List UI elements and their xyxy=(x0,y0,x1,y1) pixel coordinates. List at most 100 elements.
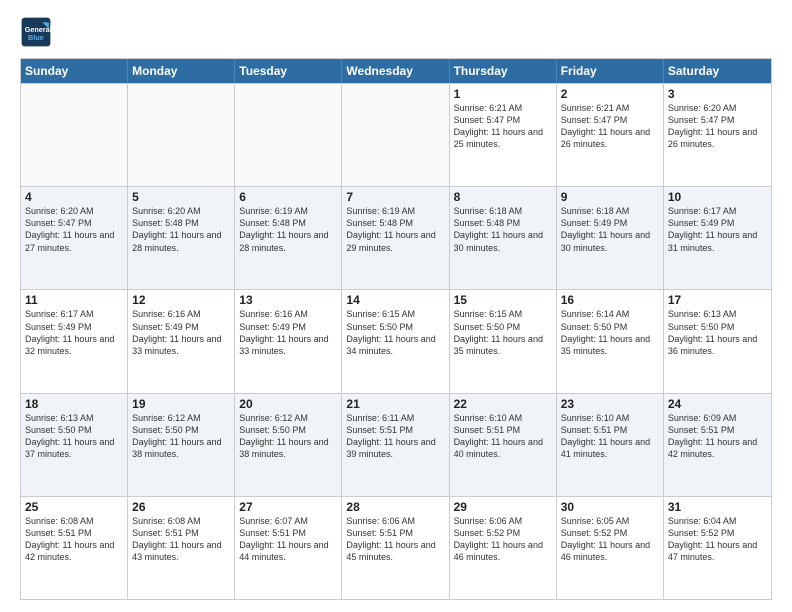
calendar-cell: 24Sunrise: 6:09 AM Sunset: 5:51 PM Dayli… xyxy=(664,394,771,496)
calendar-cell: 8Sunrise: 6:18 AM Sunset: 5:48 PM Daylig… xyxy=(450,187,557,289)
cell-info: Sunrise: 6:11 AM Sunset: 5:51 PM Dayligh… xyxy=(346,412,444,461)
calendar-cell: 6Sunrise: 6:19 AM Sunset: 5:48 PM Daylig… xyxy=(235,187,342,289)
day-number: 29 xyxy=(454,500,552,514)
cell-info: Sunrise: 6:06 AM Sunset: 5:51 PM Dayligh… xyxy=(346,515,444,564)
day-number: 12 xyxy=(132,293,230,307)
cell-info: Sunrise: 6:06 AM Sunset: 5:52 PM Dayligh… xyxy=(454,515,552,564)
day-number: 30 xyxy=(561,500,659,514)
calendar-cell: 23Sunrise: 6:10 AM Sunset: 5:51 PM Dayli… xyxy=(557,394,664,496)
calendar-cell: 17Sunrise: 6:13 AM Sunset: 5:50 PM Dayli… xyxy=(664,290,771,392)
calendar-cell: 1Sunrise: 6:21 AM Sunset: 5:47 PM Daylig… xyxy=(450,84,557,186)
calendar-cell: 19Sunrise: 6:12 AM Sunset: 5:50 PM Dayli… xyxy=(128,394,235,496)
calendar-body: 1Sunrise: 6:21 AM Sunset: 5:47 PM Daylig… xyxy=(21,83,771,599)
calendar-cell: 5Sunrise: 6:20 AM Sunset: 5:48 PM Daylig… xyxy=(128,187,235,289)
calendar-header-cell: Thursday xyxy=(450,59,557,83)
cell-info: Sunrise: 6:17 AM Sunset: 5:49 PM Dayligh… xyxy=(25,308,123,357)
day-number: 14 xyxy=(346,293,444,307)
day-number: 2 xyxy=(561,87,659,101)
cell-info: Sunrise: 6:15 AM Sunset: 5:50 PM Dayligh… xyxy=(346,308,444,357)
calendar-cell: 11Sunrise: 6:17 AM Sunset: 5:49 PM Dayli… xyxy=(21,290,128,392)
cell-info: Sunrise: 6:20 AM Sunset: 5:48 PM Dayligh… xyxy=(132,205,230,254)
day-number: 3 xyxy=(668,87,767,101)
calendar-cell: 14Sunrise: 6:15 AM Sunset: 5:50 PM Dayli… xyxy=(342,290,449,392)
cell-info: Sunrise: 6:13 AM Sunset: 5:50 PM Dayligh… xyxy=(668,308,767,357)
day-number: 25 xyxy=(25,500,123,514)
cell-info: Sunrise: 6:08 AM Sunset: 5:51 PM Dayligh… xyxy=(25,515,123,564)
calendar-cell-empty xyxy=(235,84,342,186)
day-number: 21 xyxy=(346,397,444,411)
calendar-week: 1Sunrise: 6:21 AM Sunset: 5:47 PM Daylig… xyxy=(21,83,771,186)
day-number: 6 xyxy=(239,190,337,204)
calendar-cell: 18Sunrise: 6:13 AM Sunset: 5:50 PM Dayli… xyxy=(21,394,128,496)
calendar-cell: 30Sunrise: 6:05 AM Sunset: 5:52 PM Dayli… xyxy=(557,497,664,599)
calendar-cell: 27Sunrise: 6:07 AM Sunset: 5:51 PM Dayli… xyxy=(235,497,342,599)
day-number: 18 xyxy=(25,397,123,411)
calendar-cell: 10Sunrise: 6:17 AM Sunset: 5:49 PM Dayli… xyxy=(664,187,771,289)
cell-info: Sunrise: 6:19 AM Sunset: 5:48 PM Dayligh… xyxy=(346,205,444,254)
cell-info: Sunrise: 6:19 AM Sunset: 5:48 PM Dayligh… xyxy=(239,205,337,254)
calendar-week: 25Sunrise: 6:08 AM Sunset: 5:51 PM Dayli… xyxy=(21,496,771,599)
day-number: 28 xyxy=(346,500,444,514)
cell-info: Sunrise: 6:08 AM Sunset: 5:51 PM Dayligh… xyxy=(132,515,230,564)
calendar-header-cell: Tuesday xyxy=(235,59,342,83)
calendar-cell-empty xyxy=(342,84,449,186)
calendar-header-cell: Sunday xyxy=(21,59,128,83)
day-number: 15 xyxy=(454,293,552,307)
cell-info: Sunrise: 6:12 AM Sunset: 5:50 PM Dayligh… xyxy=(132,412,230,461)
header: General Blue xyxy=(20,16,772,48)
calendar-cell: 2Sunrise: 6:21 AM Sunset: 5:47 PM Daylig… xyxy=(557,84,664,186)
calendar-cell: 29Sunrise: 6:06 AM Sunset: 5:52 PM Dayli… xyxy=(450,497,557,599)
calendar: SundayMondayTuesdayWednesdayThursdayFrid… xyxy=(20,58,772,600)
calendar-cell: 21Sunrise: 6:11 AM Sunset: 5:51 PM Dayli… xyxy=(342,394,449,496)
day-number: 8 xyxy=(454,190,552,204)
cell-info: Sunrise: 6:20 AM Sunset: 5:47 PM Dayligh… xyxy=(668,102,767,151)
calendar-week: 11Sunrise: 6:17 AM Sunset: 5:49 PM Dayli… xyxy=(21,289,771,392)
cell-info: Sunrise: 6:05 AM Sunset: 5:52 PM Dayligh… xyxy=(561,515,659,564)
cell-info: Sunrise: 6:10 AM Sunset: 5:51 PM Dayligh… xyxy=(561,412,659,461)
logo-icon: General Blue xyxy=(20,16,52,48)
calendar-cell: 7Sunrise: 6:19 AM Sunset: 5:48 PM Daylig… xyxy=(342,187,449,289)
day-number: 20 xyxy=(239,397,337,411)
cell-info: Sunrise: 6:16 AM Sunset: 5:49 PM Dayligh… xyxy=(239,308,337,357)
calendar-cell: 25Sunrise: 6:08 AM Sunset: 5:51 PM Dayli… xyxy=(21,497,128,599)
day-number: 23 xyxy=(561,397,659,411)
calendar-cell: 20Sunrise: 6:12 AM Sunset: 5:50 PM Dayli… xyxy=(235,394,342,496)
cell-info: Sunrise: 6:21 AM Sunset: 5:47 PM Dayligh… xyxy=(454,102,552,151)
cell-info: Sunrise: 6:09 AM Sunset: 5:51 PM Dayligh… xyxy=(668,412,767,461)
cell-info: Sunrise: 6:18 AM Sunset: 5:48 PM Dayligh… xyxy=(454,205,552,254)
calendar-week: 18Sunrise: 6:13 AM Sunset: 5:50 PM Dayli… xyxy=(21,393,771,496)
cell-info: Sunrise: 6:07 AM Sunset: 5:51 PM Dayligh… xyxy=(239,515,337,564)
calendar-cell: 15Sunrise: 6:15 AM Sunset: 5:50 PM Dayli… xyxy=(450,290,557,392)
svg-text:Blue: Blue xyxy=(28,33,44,42)
cell-info: Sunrise: 6:12 AM Sunset: 5:50 PM Dayligh… xyxy=(239,412,337,461)
day-number: 24 xyxy=(668,397,767,411)
calendar-cell: 26Sunrise: 6:08 AM Sunset: 5:51 PM Dayli… xyxy=(128,497,235,599)
calendar-cell: 3Sunrise: 6:20 AM Sunset: 5:47 PM Daylig… xyxy=(664,84,771,186)
day-number: 31 xyxy=(668,500,767,514)
day-number: 9 xyxy=(561,190,659,204)
day-number: 16 xyxy=(561,293,659,307)
calendar-header-cell: Saturday xyxy=(664,59,771,83)
calendar-cell: 28Sunrise: 6:06 AM Sunset: 5:51 PM Dayli… xyxy=(342,497,449,599)
calendar-cell: 31Sunrise: 6:04 AM Sunset: 5:52 PM Dayli… xyxy=(664,497,771,599)
cell-info: Sunrise: 6:21 AM Sunset: 5:47 PM Dayligh… xyxy=(561,102,659,151)
day-number: 22 xyxy=(454,397,552,411)
cell-info: Sunrise: 6:17 AM Sunset: 5:49 PM Dayligh… xyxy=(668,205,767,254)
cell-info: Sunrise: 6:13 AM Sunset: 5:50 PM Dayligh… xyxy=(25,412,123,461)
calendar-header-cell: Friday xyxy=(557,59,664,83)
calendar-header-row: SundayMondayTuesdayWednesdayThursdayFrid… xyxy=(21,59,771,83)
day-number: 10 xyxy=(668,190,767,204)
calendar-header-cell: Wednesday xyxy=(342,59,449,83)
cell-info: Sunrise: 6:04 AM Sunset: 5:52 PM Dayligh… xyxy=(668,515,767,564)
day-number: 7 xyxy=(346,190,444,204)
calendar-cell-empty xyxy=(21,84,128,186)
day-number: 4 xyxy=(25,190,123,204)
calendar-cell: 9Sunrise: 6:18 AM Sunset: 5:49 PM Daylig… xyxy=(557,187,664,289)
logo: General Blue xyxy=(20,16,52,48)
cell-info: Sunrise: 6:20 AM Sunset: 5:47 PM Dayligh… xyxy=(25,205,123,254)
calendar-cell-empty xyxy=(128,84,235,186)
cell-info: Sunrise: 6:14 AM Sunset: 5:50 PM Dayligh… xyxy=(561,308,659,357)
day-number: 1 xyxy=(454,87,552,101)
calendar-cell: 16Sunrise: 6:14 AM Sunset: 5:50 PM Dayli… xyxy=(557,290,664,392)
cell-info: Sunrise: 6:10 AM Sunset: 5:51 PM Dayligh… xyxy=(454,412,552,461)
